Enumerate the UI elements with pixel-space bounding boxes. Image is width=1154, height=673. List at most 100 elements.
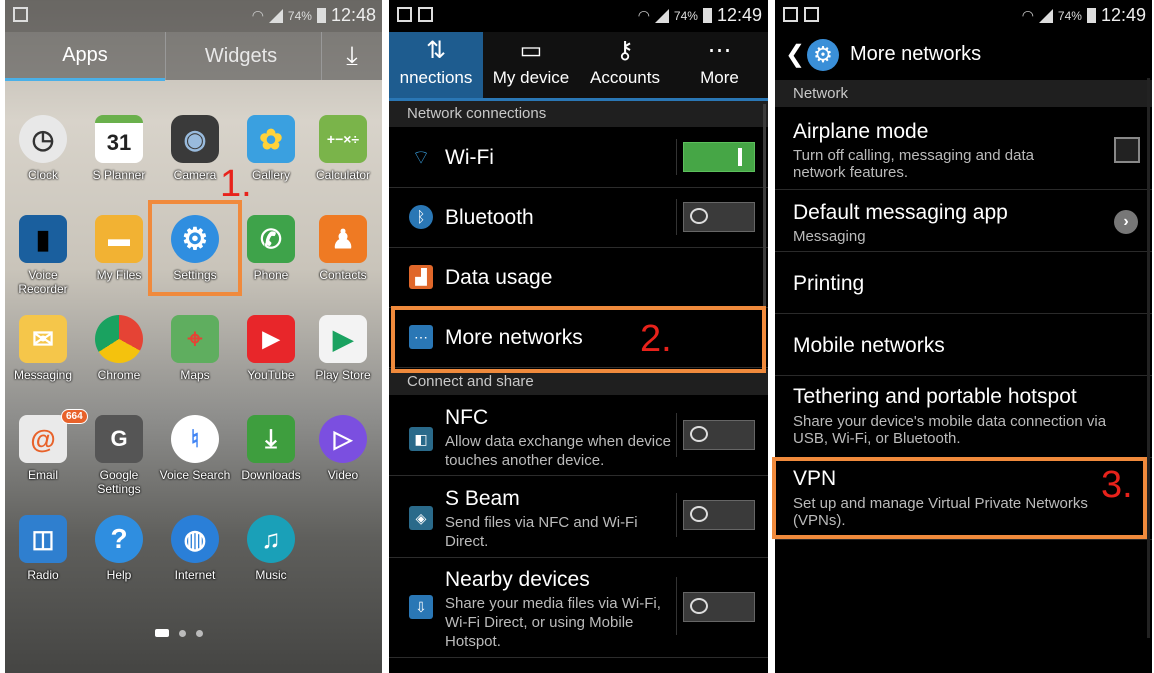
app-phone[interactable]: ✆ Phone bbox=[233, 215, 309, 282]
app-video[interactable]: ▷ Video bbox=[305, 415, 381, 482]
google-settings-icon: G bbox=[95, 415, 143, 463]
app-music[interactable]: ♫ Music bbox=[233, 515, 309, 582]
bluetooth-toggle[interactable] bbox=[683, 202, 755, 232]
gallery-notification-icon bbox=[397, 7, 412, 22]
icon-glyph: ✉ bbox=[32, 323, 54, 354]
microphone-icon: ▮ bbox=[19, 215, 67, 263]
status-bar: ◠ 74% 12:49 bbox=[775, 0, 1152, 32]
tab-widgets[interactable]: Widgets bbox=[165, 32, 316, 80]
vpn-highlight-box bbox=[772, 457, 1147, 539]
app-voice-recorder[interactable]: ▮ Voice Recorder bbox=[5, 215, 81, 296]
step-2-label: 2. bbox=[640, 318, 672, 360]
s-beam-row[interactable]: ◈ S Beam Send files via NFC and Wi-Fi Di… bbox=[389, 475, 768, 558]
app-chrome[interactable]: Chrome bbox=[81, 315, 157, 382]
app-maps[interactable]: ⌖ Maps bbox=[157, 315, 233, 382]
row-subtitle: Turn off calling, messaging and data net… bbox=[793, 147, 1034, 181]
tethering-row[interactable]: Tethering and portable hotspot Share you… bbox=[775, 375, 1152, 458]
tab-label: My device bbox=[492, 68, 570, 87]
toggle-knob bbox=[690, 426, 708, 442]
device-icon: ▭ bbox=[519, 36, 543, 64]
gallery-icon: ✿ bbox=[247, 115, 295, 163]
connections-icon: ⇅ bbox=[425, 36, 447, 64]
app-label: Voice Search bbox=[159, 468, 231, 482]
app-label: Clock bbox=[27, 168, 58, 182]
scrollbar[interactable] bbox=[1147, 78, 1150, 638]
row-subtitle: Allow data exchange when device touches … bbox=[445, 433, 671, 469]
calculator-icon: +−×÷ bbox=[319, 115, 367, 163]
chrome-icon bbox=[95, 315, 143, 363]
data-usage-icon: ▟ bbox=[409, 265, 433, 289]
icon-glyph: ◫ bbox=[31, 525, 55, 553]
tab-connections[interactable]: ⇅ nnections bbox=[389, 32, 483, 98]
wifi-status-icon: ◠ bbox=[1021, 7, 1034, 23]
app-contacts[interactable]: ♟ Contacts bbox=[305, 215, 381, 282]
settings-gear-icon[interactable]: ⚙ bbox=[807, 39, 839, 71]
s-beam-icon: ◈ bbox=[409, 506, 433, 530]
row-title: Nearby devices bbox=[445, 568, 590, 591]
section-header: Network connections bbox=[389, 101, 768, 127]
icon-glyph: ▬ bbox=[108, 226, 130, 251]
nfc-toggle[interactable] bbox=[683, 420, 755, 450]
key-icon: ⚷ bbox=[616, 36, 634, 64]
airplane-mode-row[interactable]: Airplane mode Turn off calling, messagin… bbox=[775, 107, 1152, 190]
data-usage-row[interactable]: ▟ Data usage bbox=[389, 247, 768, 308]
tab-label: More bbox=[700, 68, 739, 87]
toggle-knob bbox=[690, 598, 708, 614]
app-google-settings[interactable]: G Google Settings bbox=[81, 415, 157, 496]
app-label: Email bbox=[27, 468, 58, 482]
camera-icon: ◉ bbox=[171, 115, 219, 163]
action-bar: ❮ ⚙ More networks bbox=[775, 32, 1152, 78]
battery-percent: 74% bbox=[673, 8, 698, 23]
nfc-icon: ◧ bbox=[409, 427, 433, 451]
divider bbox=[676, 139, 677, 175]
page-dot[interactable] bbox=[196, 629, 203, 637]
wifi-row[interactable]: ⌔ Wi-Fi bbox=[389, 127, 768, 188]
app-radio[interactable]: ◫ Radio bbox=[5, 515, 81, 582]
nfc-row[interactable]: ◧ NFC Allow data exchange when device to… bbox=[389, 395, 768, 476]
mobile-networks-row[interactable]: Mobile networks bbox=[775, 313, 1152, 376]
app-youtube[interactable]: ▶ YouTube bbox=[233, 315, 309, 382]
default-messaging-row[interactable]: Default messaging app Messaging › bbox=[775, 189, 1152, 252]
tab-my-device[interactable]: ▭ My device bbox=[483, 32, 579, 98]
bluetooth-row[interactable]: ᛒ Bluetooth bbox=[389, 187, 768, 248]
row-title: Airplane mode bbox=[793, 120, 929, 143]
app-internet[interactable]: ◍ Internet bbox=[157, 515, 233, 582]
settings-tabs: ⇅ nnections ▭ My device ⚷ Accounts ⋯ Mor… bbox=[389, 32, 768, 101]
radio-icon: ◫ bbox=[19, 515, 67, 563]
clock-icon: ◷ bbox=[19, 115, 67, 163]
app-play-store[interactable]: ▶ Play Store bbox=[305, 315, 381, 382]
battery-percent: 74% bbox=[1057, 8, 1082, 23]
nearby-devices-row[interactable]: ⇩ Nearby devices Share your media files … bbox=[389, 557, 768, 658]
tab-accounts[interactable]: ⚷ Accounts bbox=[579, 32, 671, 98]
nearby-devices-toggle[interactable] bbox=[683, 592, 755, 622]
row-title: Wi-Fi bbox=[445, 146, 494, 169]
icon-glyph: ◷ bbox=[31, 123, 55, 154]
app-voice-search[interactable]: ♮ Voice Search bbox=[157, 415, 233, 482]
app-s-planner[interactable]: 31 S Planner bbox=[81, 115, 157, 182]
s-beam-toggle[interactable] bbox=[683, 500, 755, 530]
video-icon: ▷ bbox=[319, 415, 367, 463]
chevron-right-icon[interactable]: › bbox=[1114, 210, 1138, 234]
wifi-toggle[interactable] bbox=[683, 142, 755, 172]
page-dot[interactable] bbox=[179, 629, 186, 637]
app-my-files[interactable]: ▬ My Files bbox=[81, 215, 157, 282]
app-messaging[interactable]: ✉ Messaging bbox=[5, 315, 81, 382]
home-page-indicator[interactable] bbox=[155, 629, 169, 637]
back-chevron-icon[interactable]: ❮ bbox=[785, 40, 805, 69]
app-help[interactable]: ? Help bbox=[81, 515, 157, 582]
tab-apps[interactable]: Apps bbox=[5, 32, 165, 81]
settings-highlight-box bbox=[148, 200, 242, 296]
app-calculator[interactable]: +−×÷ Calculator bbox=[305, 115, 381, 182]
airplane-mode-checkbox[interactable] bbox=[1114, 137, 1140, 163]
envelope-icon: ✉ bbox=[19, 315, 67, 363]
app-label: My Files bbox=[96, 268, 142, 282]
icon-glyph: ▶ bbox=[262, 326, 280, 351]
app-clock[interactable]: ◷ Clock bbox=[5, 115, 81, 182]
app-downloads[interactable]: ⤓ Downloads bbox=[233, 415, 309, 482]
app-email[interactable]: @664 Email bbox=[5, 409, 88, 482]
download-arrow-icon[interactable]: ⤓ bbox=[321, 32, 382, 80]
app-label: Calculator bbox=[315, 168, 371, 182]
tab-more[interactable]: ⋯ More bbox=[671, 32, 768, 98]
printing-row[interactable]: Printing bbox=[775, 251, 1152, 314]
icon-glyph: ♟ bbox=[331, 223, 355, 254]
